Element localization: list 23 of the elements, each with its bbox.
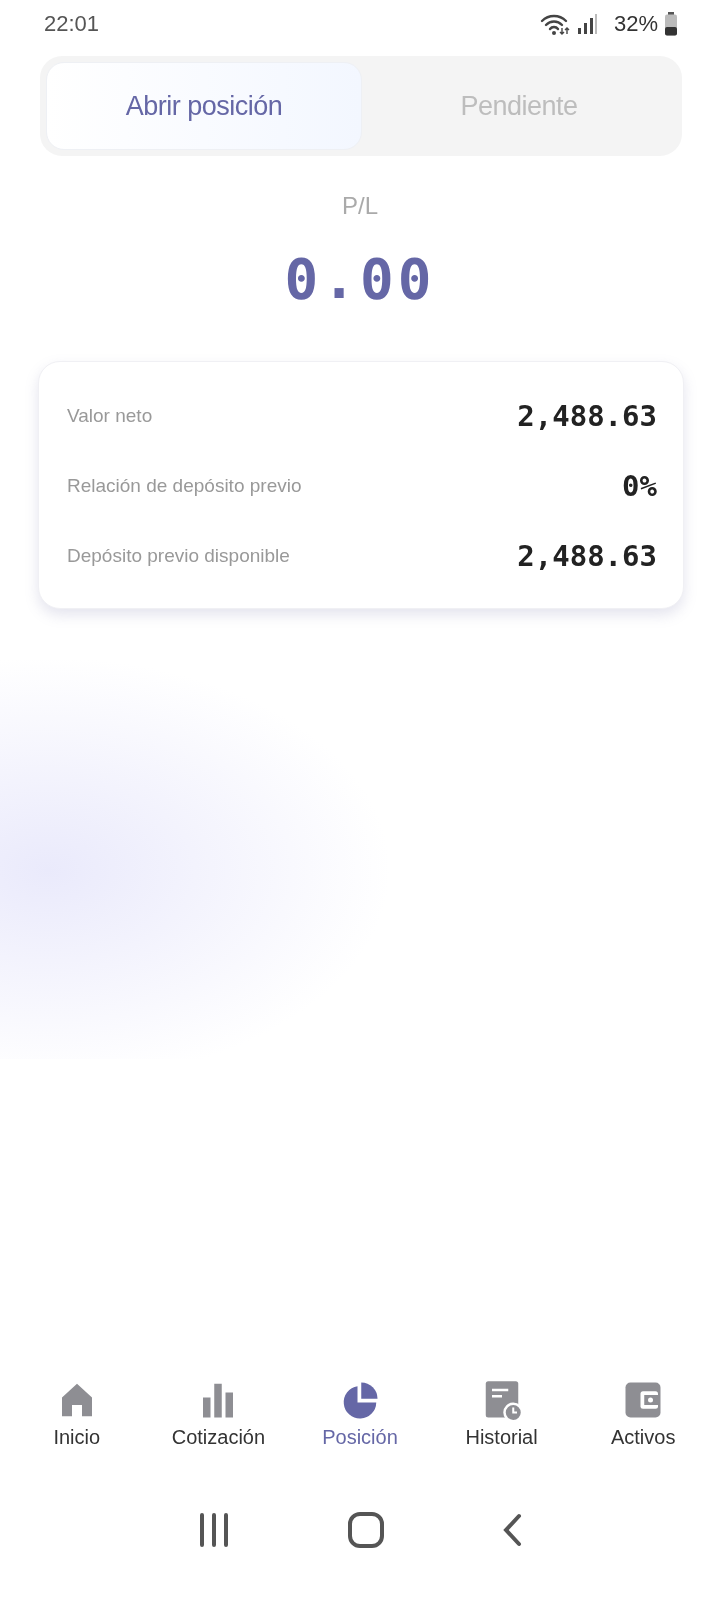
nav-tab[interactable]: Activos (572, 1380, 714, 1480)
signal-icon (575, 13, 598, 35)
nav-tab[interactable]: Posición (289, 1380, 431, 1480)
recent-apps-icon[interactable] (198, 1513, 231, 1547)
back-icon[interactable] (501, 1513, 522, 1547)
pl-value: 0.00 (283, 246, 437, 311)
summary-label: Depósito previo disponible (67, 545, 290, 567)
summary-value: 2,488.63 (517, 399, 657, 433)
nav-tab[interactable]: Cotización (147, 1380, 290, 1480)
battery-icon (664, 12, 678, 36)
home-icon[interactable] (347, 1511, 385, 1549)
nav-tab[interactable]: Historial (430, 1380, 573, 1480)
nav-tab[interactable]: Inicio (6, 1380, 148, 1480)
tab[interactable]: Abrir posición (46, 62, 362, 150)
summary-label: Relación de depósito previo (67, 475, 302, 497)
summary-value: 0% (622, 469, 657, 503)
wifi-icon (539, 12, 570, 36)
summary-value: 2,488.63 (517, 539, 657, 573)
pl-label: P/L (341, 192, 379, 220)
wallet-icon (623, 1380, 664, 1420)
summary-label: Valor neto (67, 405, 153, 427)
battery-percent: 32% (613, 11, 658, 37)
status-time: 22:01 (44, 11, 100, 37)
